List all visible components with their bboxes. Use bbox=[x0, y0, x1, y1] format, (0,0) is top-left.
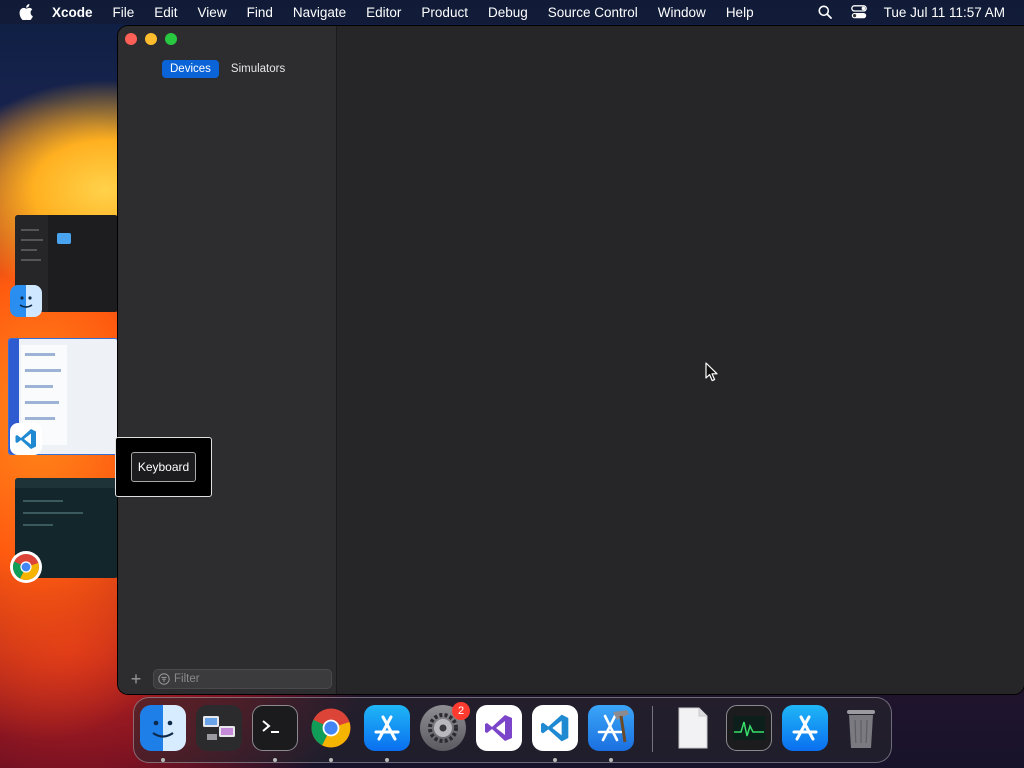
thumbnail-line bbox=[23, 512, 83, 514]
menu-source-control[interactable]: Source Control bbox=[538, 5, 648, 20]
visual-studio-icon[interactable] bbox=[476, 705, 522, 751]
devices-sidebar: Devices Simulators + bbox=[118, 26, 337, 694]
xcode-icon[interactable] bbox=[588, 705, 634, 751]
menu-edit[interactable]: Edit bbox=[144, 5, 187, 20]
menu-app-name[interactable]: Xcode bbox=[52, 5, 103, 20]
running-indicator bbox=[609, 758, 613, 762]
apple-menu-icon[interactable] bbox=[0, 4, 52, 20]
tab-devices[interactable]: Devices bbox=[162, 60, 219, 78]
devices-simulators-segmented-control: Devices Simulators bbox=[162, 60, 293, 78]
notification-badge: 2 bbox=[452, 702, 470, 720]
tab-simulators[interactable]: Simulators bbox=[223, 60, 293, 78]
filter-field[interactable] bbox=[153, 669, 332, 689]
thumbnail-line bbox=[25, 385, 53, 388]
menu-window[interactable]: Window bbox=[648, 5, 716, 20]
running-indicator bbox=[553, 758, 557, 762]
sidebar-bottom-bar: + bbox=[118, 666, 337, 694]
vscode-icon[interactable] bbox=[10, 423, 42, 455]
thumbnail-line bbox=[25, 401, 59, 404]
trash-icon[interactable] bbox=[838, 705, 884, 751]
running-indicator bbox=[161, 758, 165, 762]
thumbnail-line bbox=[21, 259, 41, 261]
terminal-icon[interactable] bbox=[252, 705, 298, 751]
menu-help[interactable]: Help bbox=[716, 5, 764, 20]
menu-view[interactable]: View bbox=[188, 5, 237, 20]
filter-input[interactable] bbox=[170, 673, 320, 685]
folder-icon bbox=[57, 233, 71, 244]
chrome-icon[interactable] bbox=[308, 705, 354, 751]
thumbnail-line bbox=[21, 249, 37, 251]
menu-bar: Xcode File Edit View Find Navigate Edito… bbox=[0, 0, 1024, 24]
menu-file[interactable]: File bbox=[103, 5, 145, 20]
thumbnail-line bbox=[21, 239, 43, 241]
add-device-button[interactable]: + bbox=[127, 670, 145, 688]
thumbnail-line bbox=[25, 417, 55, 420]
close-window-button[interactable] bbox=[125, 33, 137, 45]
menu-navigate[interactable]: Navigate bbox=[283, 5, 356, 20]
dock: 2 bbox=[133, 697, 892, 763]
app-store-icon[interactable] bbox=[364, 705, 410, 751]
document-icon[interactable] bbox=[670, 705, 716, 751]
thumbnail-line bbox=[25, 353, 55, 356]
device-detail-pane bbox=[337, 26, 1024, 694]
menu-debug[interactable]: Debug bbox=[478, 5, 538, 20]
running-indicator bbox=[329, 758, 333, 762]
thumbnail-line bbox=[23, 500, 63, 502]
thumbnail-line bbox=[21, 229, 39, 231]
zoom-window-button[interactable] bbox=[165, 33, 177, 45]
spotlight-search-icon[interactable] bbox=[808, 5, 842, 19]
mouse-cursor-icon bbox=[705, 362, 718, 382]
finder-icon[interactable] bbox=[10, 285, 42, 317]
thumbnail-line bbox=[23, 524, 53, 526]
keyboard-tooltip: Keyboard bbox=[115, 437, 212, 497]
chrome-icon[interactable] bbox=[10, 551, 42, 583]
control-center-icon[interactable] bbox=[842, 5, 876, 19]
app-store-icon[interactable] bbox=[782, 705, 828, 751]
keyboard-button[interactable]: Keyboard bbox=[130, 452, 197, 482]
activity-monitor-icon[interactable] bbox=[726, 705, 772, 751]
running-indicator bbox=[385, 758, 389, 762]
thumbnail-toolbar bbox=[15, 478, 118, 488]
minimize-window-button[interactable] bbox=[145, 33, 157, 45]
thumbnail-line bbox=[25, 369, 61, 372]
filter-icon bbox=[158, 673, 170, 685]
menu-clock[interactable]: Tue Jul 11 11:57 AM bbox=[876, 5, 1024, 20]
menu-editor[interactable]: Editor bbox=[356, 5, 411, 20]
vscode-icon[interactable] bbox=[532, 705, 578, 751]
dock-separator bbox=[652, 706, 653, 752]
migration-assistant-icon[interactable] bbox=[196, 705, 242, 751]
menu-find[interactable]: Find bbox=[237, 5, 283, 20]
finder-icon[interactable] bbox=[140, 705, 186, 751]
menu-product[interactable]: Product bbox=[411, 5, 478, 20]
running-indicator bbox=[273, 758, 277, 762]
devices-window: Devices Simulators + bbox=[118, 26, 1024, 694]
